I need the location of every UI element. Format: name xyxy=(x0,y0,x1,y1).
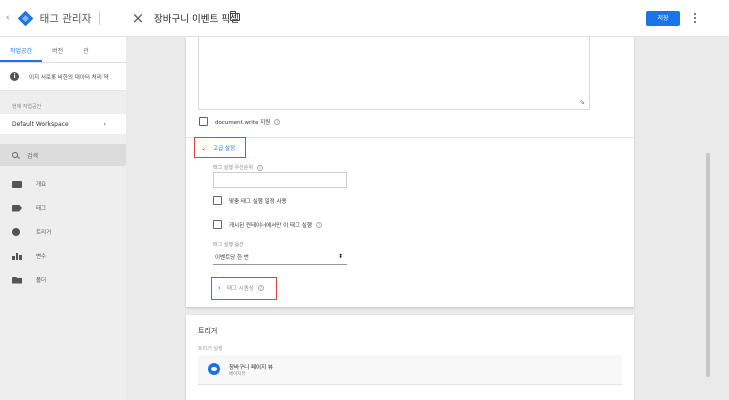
folder-icon[interactable] xyxy=(230,11,240,21)
variables-icon xyxy=(12,252,23,260)
chevron-down-icon: ⌄ xyxy=(201,144,207,152)
save-button[interactable]: 저장 xyxy=(646,11,680,26)
nav-item-variables[interactable]: 변수 xyxy=(0,244,126,268)
advanced-settings-label: 고급 설정 xyxy=(213,146,236,152)
priority-label-text: 태그 실행 우선순위 xyxy=(213,165,253,171)
chevron-right-icon: › xyxy=(103,120,106,128)
tab-workspace[interactable]: 작업공간 xyxy=(0,37,43,62)
trigger-type: 페이지뷰 xyxy=(229,372,246,377)
app-title: 태그 관리자 xyxy=(39,12,92,25)
nav-label: 트리거 xyxy=(36,230,52,236)
nav-label: 폴더 xyxy=(36,278,47,284)
published-only-option[interactable]: 게시된 컨테이너에서만 이 태그 실행 ? xyxy=(213,220,322,229)
nav-item-folders[interactable]: 폴더 xyxy=(0,268,126,292)
nav-label: 개요 xyxy=(36,182,47,188)
panel-header: × 장바구니 이벤트 픽셀 저장 xyxy=(126,0,729,37)
firing-triggers-label: 트리거 실행 xyxy=(198,346,223,352)
notice-text: 이지 서로롯 비한의 대이터 처리 약 xyxy=(29,74,109,81)
chevron-right-icon: › xyxy=(218,284,221,292)
firing-options-value: 이벤트당 한 번 xyxy=(215,254,249,261)
trigger-list-item[interactable]: 장바구니 페이지 뷰 페이지뷰 xyxy=(198,355,622,385)
search-icon xyxy=(12,152,18,158)
published-only-checkbox[interactable] xyxy=(213,220,222,229)
help-icon[interactable]: ? xyxy=(315,221,322,228)
custom-schedule-checkbox[interactable] xyxy=(213,196,222,205)
briefcase-icon xyxy=(12,180,22,188)
tag-name[interactable]: 장바구니 이벤트 픽셀 xyxy=(154,11,239,25)
docwrite-checkbox[interactable] xyxy=(199,117,208,126)
tag-sequencing-label: 태그 시퀀싱 xyxy=(226,286,254,292)
firing-options-label: 태그 실행 옵션 xyxy=(213,242,244,248)
nav-item-overview[interactable]: 개요 xyxy=(0,172,126,196)
workspace-selector[interactable]: Default Workspace › xyxy=(0,114,126,134)
docwrite-option[interactable]: document.write 지원 ? xyxy=(199,117,281,126)
help-icon[interactable]: ? xyxy=(274,118,281,125)
nav-item-tags[interactable]: 태그 xyxy=(0,196,126,220)
html-code-editor[interactable]: ⇘ xyxy=(198,37,590,110)
select-arrows-icon: ⬍ xyxy=(337,252,343,260)
search-placeholder: 검색 xyxy=(27,152,39,160)
info-notice[interactable]: i 이지 서로롯 비한의 대이터 처리 약 xyxy=(0,63,126,91)
trigger-name: 장바구니 페이지 뷰 xyxy=(229,365,273,371)
nav-label: 변수 xyxy=(36,254,47,260)
advanced-settings-toggle[interactable]: ⌄ 고급 설정 xyxy=(201,144,236,153)
folder-icon xyxy=(12,276,22,284)
scrollbar[interactable] xyxy=(706,153,710,377)
more-options-icon[interactable] xyxy=(690,10,700,26)
eye-icon xyxy=(208,363,220,375)
priority-input[interactable] xyxy=(213,172,347,188)
published-only-label: 게시된 컨테이너에서만 이 태그 실행 xyxy=(229,222,312,229)
firing-options-select[interactable]: 이벤트당 한 번 ⬍ xyxy=(213,249,347,265)
nav-item-triggers[interactable]: 트리거 xyxy=(0,220,126,244)
background-workspace: ‹ 태그 관리자 작업공간 버전 관 i 이지 서로롯 비한의 대이터 처리 약… xyxy=(0,0,126,400)
help-icon[interactable]: ? xyxy=(257,285,264,291)
tab-versions[interactable]: 버전 xyxy=(42,37,73,62)
header-divider xyxy=(99,11,101,25)
tab-admin[interactable]: 관 xyxy=(73,37,99,62)
nav-label: 태그 xyxy=(36,206,47,212)
info-icon: i xyxy=(10,72,19,81)
chevron-left-icon[interactable]: ‹ xyxy=(6,13,10,23)
help-icon[interactable]: ? xyxy=(256,164,263,171)
close-icon[interactable]: × xyxy=(130,10,146,26)
custom-schedule-option[interactable]: 맞춤 태그 실행 일정 사용 xyxy=(213,196,287,205)
custom-schedule-label: 맞춤 태그 실행 일정 사용 xyxy=(229,198,287,205)
tag-editor-panel: × 장바구니 이벤트 픽셀 저장 ⇘ document.write 지원 ? ⌄… xyxy=(126,0,729,400)
trigger-icon xyxy=(12,228,20,236)
workspace-tabs: 작업공간 버전 관 xyxy=(0,37,126,63)
tag-sequencing-toggle[interactable]: › 태그 시퀀싱 ? xyxy=(218,284,264,292)
priority-label: 태그 실행 우선순위 ? xyxy=(213,164,263,171)
section-divider xyxy=(186,137,634,138)
search-input[interactable]: 검색 xyxy=(0,144,126,166)
workspace-name: Default Workspace xyxy=(12,120,69,128)
app-header: ‹ 태그 관리자 xyxy=(0,0,126,37)
resize-handle-icon[interactable]: ⇘ xyxy=(579,99,585,106)
docwrite-label: document.write 지원 xyxy=(215,119,271,126)
triggering-title: 트리거 xyxy=(198,327,218,335)
tag-manager-logo-icon xyxy=(17,10,33,26)
tag-configuration-card: ⇘ document.write 지원 ? ⌄ 고급 설정 태그 실행 우선순위… xyxy=(186,37,634,307)
tag-icon xyxy=(12,204,22,212)
triggering-card: 트리거 트리거 실행 장바구니 페이지 뷰 페이지뷰 xyxy=(186,315,634,400)
workspace-label: 현재 작업공간 xyxy=(12,104,42,110)
